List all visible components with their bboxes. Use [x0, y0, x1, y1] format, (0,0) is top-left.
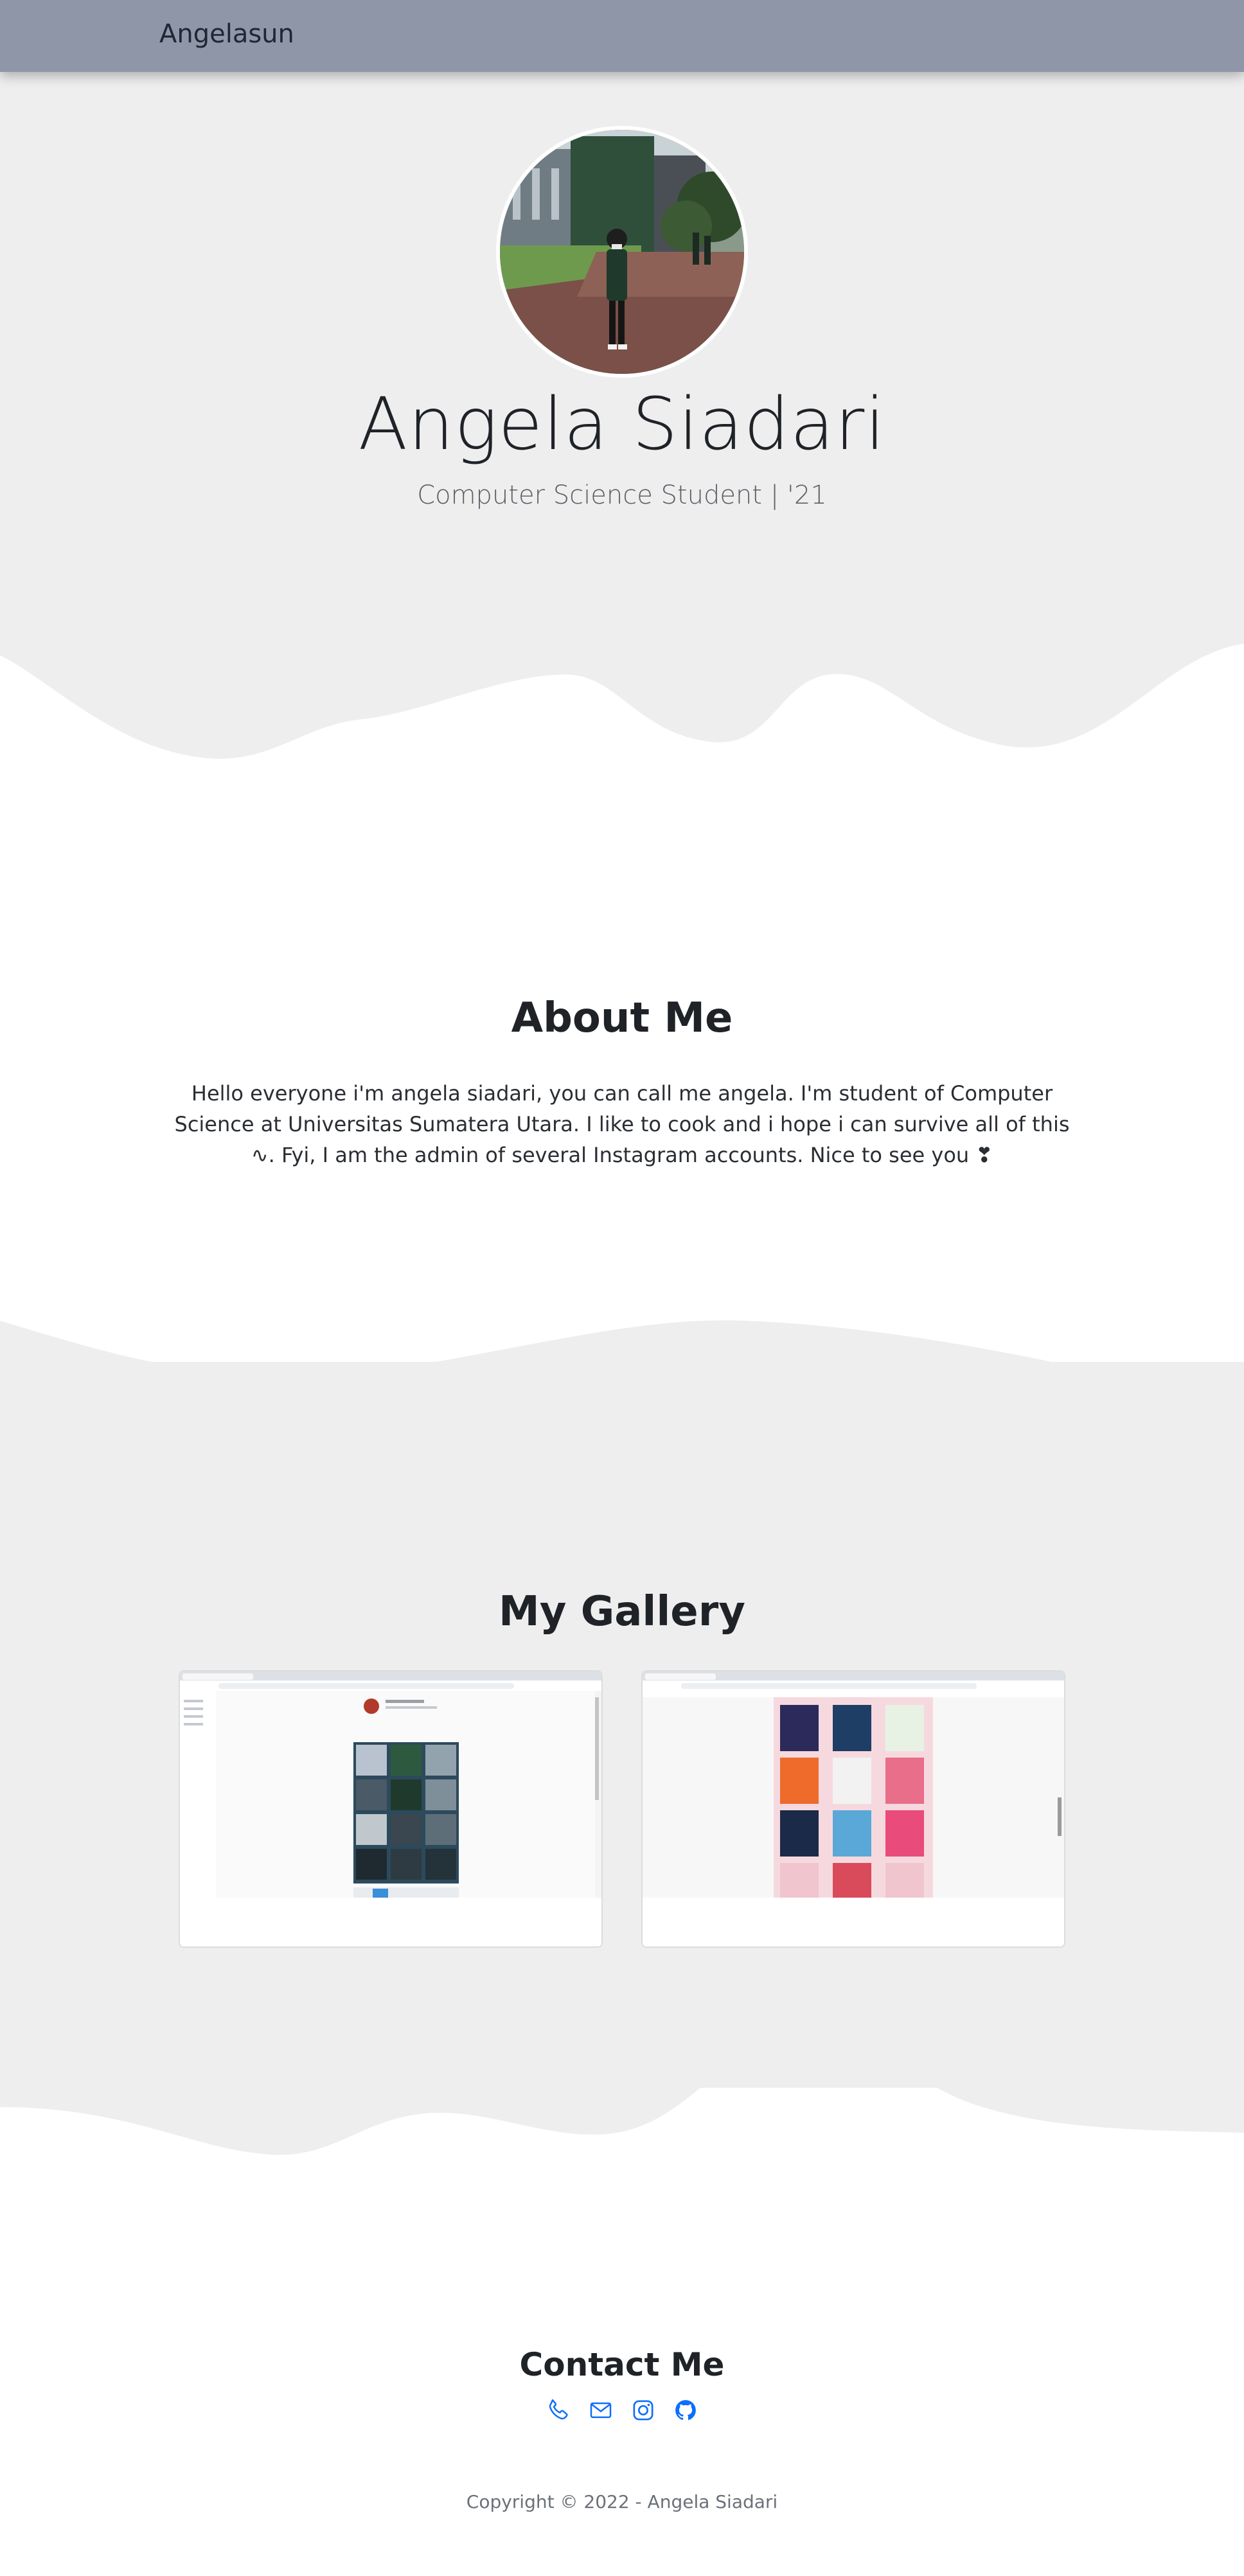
gallery-card-body	[643, 1898, 1064, 1946]
about-text: Hello everyone i'm angela siadari, you c…	[174, 1081, 1070, 1167]
instagram-icon[interactable]	[630, 2397, 656, 2423]
profile-photo-image	[500, 130, 744, 374]
profile-photo	[496, 126, 748, 378]
copyright-text: Copyright © 2022 - Angela Siadari	[466, 2491, 778, 2512]
gallery-wave-bottom	[0, 2004, 1244, 2155]
hero-subtitle: Computer Science Student | '21	[417, 481, 827, 510]
navbar-brand[interactable]: Angelasun	[159, 19, 294, 49]
gallery-card[interactable]	[179, 1670, 603, 1948]
screenshot-image	[643, 1672, 1064, 1898]
gallery-title: My Gallery	[499, 1588, 745, 1636]
instagram-profile-screenshot	[180, 1672, 601, 1898]
hero-name: Angela Siadari	[358, 383, 886, 466]
instagram-posters-screenshot	[643, 1672, 1064, 1898]
hero-section: Angela Siadari Computer Science Student …	[0, 72, 1244, 618]
hero-wave-divider	[0, 604, 1244, 759]
gallery-card-body	[180, 1898, 601, 1946]
navbar: Angelasun	[0, 0, 1244, 72]
phone-icon[interactable]	[546, 2397, 571, 2423]
about-title: About Me	[511, 994, 733, 1042]
contact-title: Contact Me	[519, 2346, 725, 2383]
github-icon[interactable]	[673, 2397, 698, 2423]
gallery-card[interactable]	[641, 1670, 1065, 1948]
envelope-icon[interactable]	[588, 2397, 614, 2423]
screenshot-image	[180, 1672, 601, 1898]
contact-icons	[0, 2397, 1244, 2428]
